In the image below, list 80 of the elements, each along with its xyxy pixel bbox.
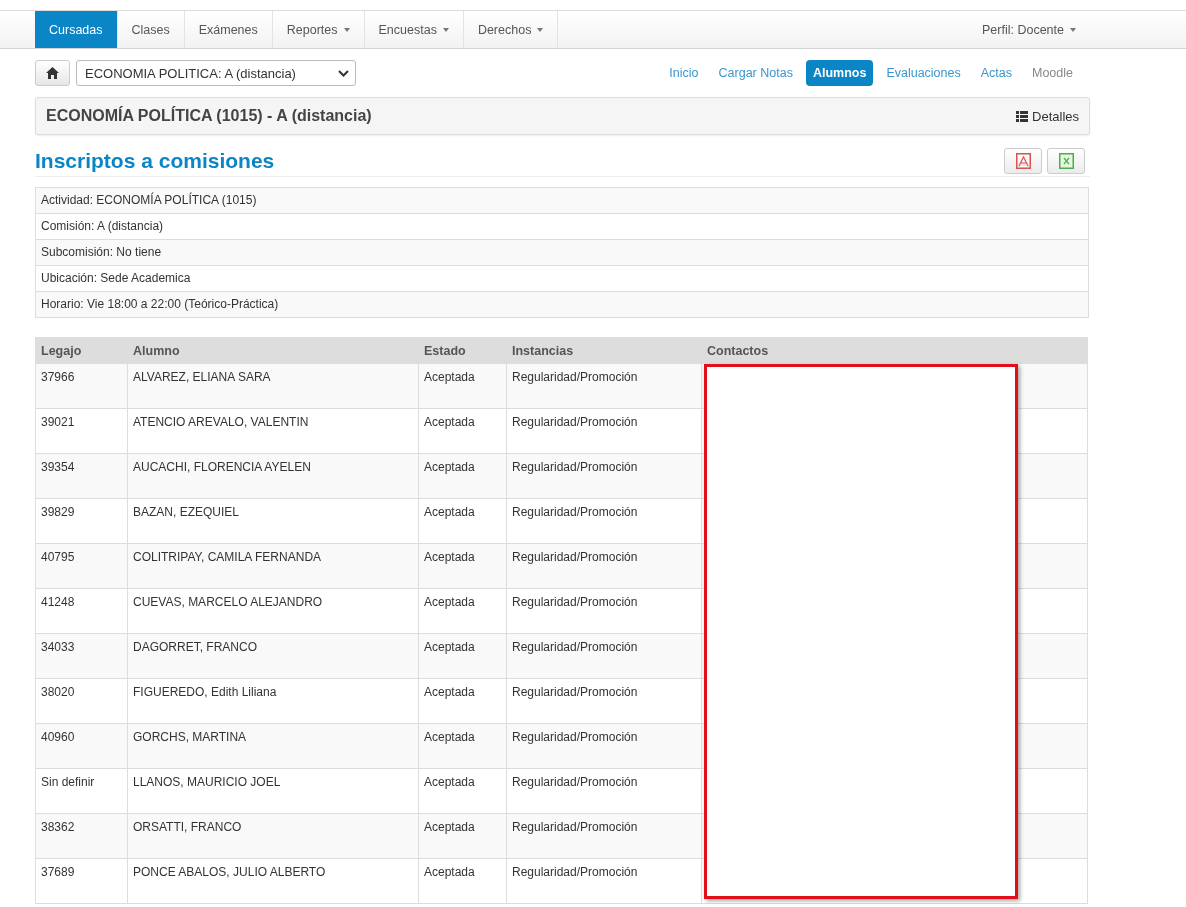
nav-tab[interactable]: Encuestas <box>364 11 464 48</box>
table-cell: Regularidad/Promoción <box>506 813 702 859</box>
table-cell: Regularidad/Promoción <box>506 453 702 499</box>
list-icon <box>1016 110 1029 122</box>
column-header: Contactos <box>701 337 1088 364</box>
table-cell: Regularidad/Promoción <box>506 408 702 454</box>
table-cell: Regularidad/Promoción <box>506 768 702 814</box>
table-cell: DAGORRET, FRANCO <box>127 633 419 679</box>
table-cell: Aceptada <box>418 813 507 859</box>
table-cell: Sin definir <box>35 768 128 814</box>
column-header: Estado <box>418 337 507 364</box>
table-cell: 37966 <box>35 363 128 409</box>
caret-icon <box>442 27 449 32</box>
table-cell: GORCHS, MARTINA <box>127 723 419 769</box>
table-cell: 40960 <box>35 723 128 769</box>
table-cell: 34033 <box>35 633 128 679</box>
table-cell: CUEVAS, MARCELO ALEJANDRO <box>127 588 419 634</box>
table-cell: Aceptada <box>418 858 507 904</box>
excel-export-button[interactable] <box>1047 148 1085 174</box>
table-cell: Regularidad/Promoción <box>506 858 702 904</box>
table-cell: ATENCIO AREVALO, VALENTIN <box>127 408 419 454</box>
table-cell: 40795 <box>35 543 128 589</box>
table-cell: 38020 <box>35 678 128 724</box>
table-cell: Aceptada <box>418 723 507 769</box>
table-cell: 39354 <box>35 453 128 499</box>
table-cell: 37689 <box>35 858 128 904</box>
table-cell: Regularidad/Promoción <box>506 633 702 679</box>
table-cell: Aceptada <box>418 453 507 499</box>
table-cell: Aceptada <box>418 543 507 589</box>
table-cell: COLITRIPAY, CAMILA FERNANDA <box>127 543 419 589</box>
profile-menu[interactable]: Perfil: Docente <box>968 11 1090 48</box>
info-row: Actividad: ECONOMÍA POLÍTICA (1015) <box>36 188 1088 213</box>
table-cell: 39829 <box>35 498 128 544</box>
table-cell: Aceptada <box>418 498 507 544</box>
column-header: Alumno <box>127 337 419 364</box>
table-cell: PONCE ABALOS, JULIO ALBERTO <box>127 858 419 904</box>
pdf-export-button[interactable] <box>1004 148 1042 174</box>
table-cell: Regularidad/Promoción <box>506 543 702 589</box>
table-cell: 41248 <box>35 588 128 634</box>
home-icon <box>46 67 59 79</box>
table-cell: BAZAN, EZEQUIEL <box>127 498 419 544</box>
table-cell: Regularidad/Promoción <box>506 498 702 544</box>
section-title: Inscriptos a comisiones <box>35 149 275 173</box>
nav-tab[interactable]: Reportes <box>272 11 365 48</box>
course-title: ECONOMÍA POLÍTICA (1015) - A (distancia) <box>46 107 372 125</box>
table-cell: FIGUEREDO, Edith Liliana <box>127 678 419 724</box>
info-row: Horario: Vie 18:00 a 22:00 (Teórico-Práctica) <box>36 291 1088 317</box>
details-link[interactable]: Detalles <box>1016 108 1079 124</box>
caret-icon <box>343 27 350 32</box>
table-cell: 38362 <box>35 813 128 859</box>
column-header: Instancias <box>506 337 702 364</box>
home-button[interactable] <box>35 60 70 86</box>
table-cell: 39021 <box>35 408 128 454</box>
table-cell: ORSATTI, FRANCO <box>127 813 419 859</box>
table-cell: Regularidad/Promoción <box>506 678 702 724</box>
course-select[interactable]: ECONOMIA POLITICA: A (distancia) <box>76 60 356 86</box>
table-cell: Aceptada <box>418 633 507 679</box>
chevron-icon <box>338 69 349 77</box>
table-cell: AUCACHI, FLORENCIA AYELEN <box>127 453 419 499</box>
table-cell: Regularidad/Promoción <box>506 723 702 769</box>
spreadsheet-icon <box>1058 153 1074 169</box>
table-cell: Regularidad/Promoción <box>506 588 702 634</box>
nav-tab[interactable]: Derechos <box>463 11 559 48</box>
caret-icon <box>1070 27 1076 32</box>
column-header: Legajo <box>35 337 128 364</box>
table-cell: LLANOS, MAURICIO JOEL <box>127 768 419 814</box>
table-cell: ALVAREZ, ELIANA SARA <box>127 363 419 409</box>
table-cell: Aceptada <box>418 363 507 409</box>
table-cell: Regularidad/Promoción <box>506 363 702 409</box>
nav-tab[interactable]: Exámenes <box>184 11 273 48</box>
pdf-icon <box>1015 153 1031 169</box>
table-cell: Aceptada <box>418 678 507 724</box>
table-cell: Aceptada <box>418 768 507 814</box>
table-cell: Aceptada <box>418 588 507 634</box>
caret-icon <box>537 27 544 32</box>
table-cell: Aceptada <box>418 408 507 454</box>
nav-tab[interactable]: Cursadas <box>35 11 118 48</box>
nav-pill[interactable]: Alumnos <box>805 60 874 86</box>
nav-tab[interactable]: Clases <box>117 11 185 48</box>
info-row: Subcomisión: No tiene <box>36 239 1088 265</box>
